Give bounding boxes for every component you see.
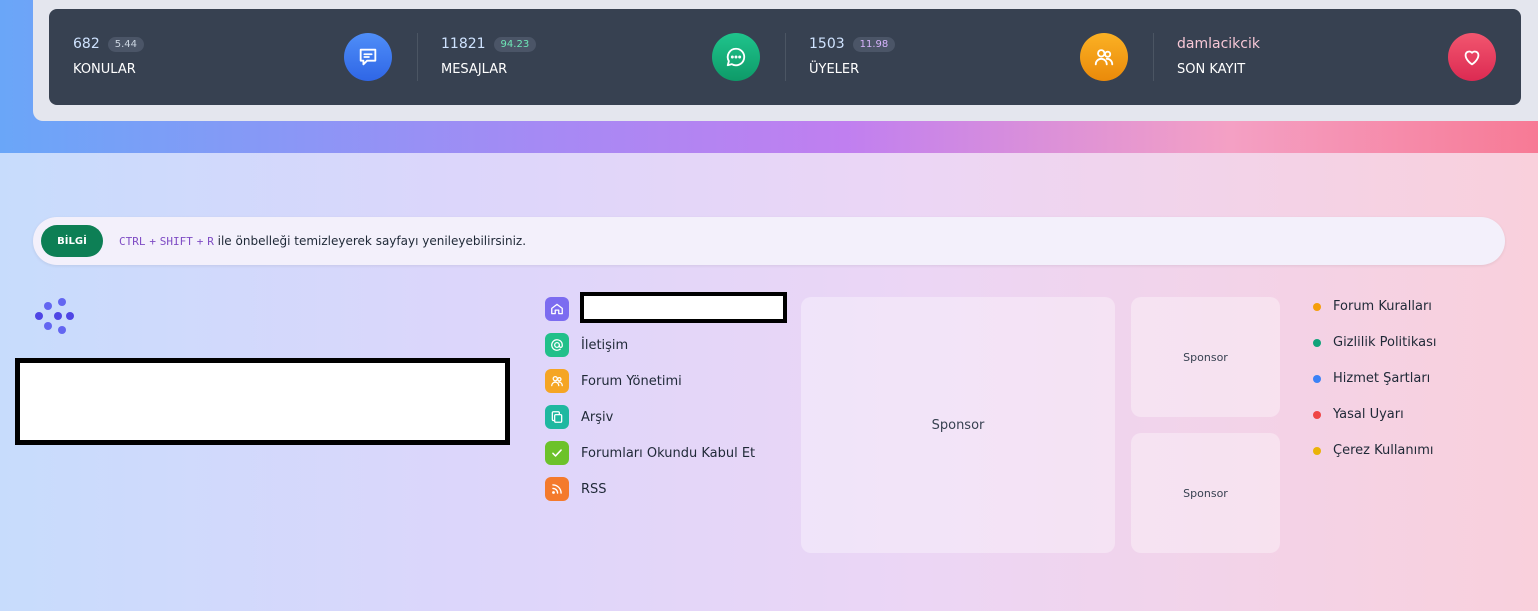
users-icon xyxy=(545,369,569,393)
heart-icon xyxy=(1448,33,1496,81)
sponsor-slot-small-bottom[interactable]: Sponsor xyxy=(1131,433,1280,553)
footer-link-forum-rules-label: Forum Kuralları xyxy=(1333,299,1432,314)
home-icon xyxy=(545,297,569,321)
stat-topics-count: 682 xyxy=(73,36,100,52)
footer-link-cookies-label: Çerez Kullanımı xyxy=(1333,443,1434,458)
footer-link-privacy-label: Gizlilik Politikası xyxy=(1333,335,1437,350)
rss-icon xyxy=(545,477,569,501)
forum-stats-bar: 682 5.44 KONULAR 11821 94.23 MESAJLAR 15… xyxy=(49,9,1521,105)
copy-icon xyxy=(545,405,569,429)
stat-members: 1503 11.98 ÜYELER xyxy=(785,27,1153,87)
stat-messages-label: MESAJLAR xyxy=(441,62,508,77)
stat-members-count: 1503 xyxy=(809,36,845,52)
nav-item-contact-label: İletişim xyxy=(581,337,629,353)
redacted-nav-label xyxy=(580,292,787,323)
nav-item-forum-management[interactable]: Forum Yönetimi xyxy=(545,369,682,393)
stat-topics-label: KONULAR xyxy=(73,62,136,77)
kbd-plus-2: + xyxy=(196,235,204,248)
users-icon xyxy=(1080,33,1128,81)
nav-item-archive[interactable]: Arşiv xyxy=(545,405,613,429)
footer-link-legal[interactable]: Yasal Uyarı xyxy=(1313,407,1404,422)
redacted-block xyxy=(15,358,510,445)
kbd-r: R xyxy=(207,235,214,248)
nav-item-mark-read[interactable]: Forumları Okundu Kabul Et xyxy=(545,441,755,465)
at-icon xyxy=(545,333,569,357)
info-tag-badge: BİLGİ xyxy=(41,225,103,257)
nav-item-home[interactable] xyxy=(545,297,581,321)
footer-link-terms[interactable]: Hizmet Şartları xyxy=(1313,371,1430,386)
kbd-ctrl: CTRL xyxy=(119,235,146,248)
info-message: CTRL + SHIFT + R ile önbelleği temizleye… xyxy=(119,234,526,248)
footer-link-privacy[interactable]: Gizlilik Politikası xyxy=(1313,335,1437,350)
stat-last-registered: damlacikcik SON KAYIT xyxy=(1153,27,1521,87)
stat-messages: 11821 94.23 MESAJLAR xyxy=(417,27,785,87)
stat-last-registered-label: SON KAYIT xyxy=(1177,62,1246,77)
stat-members-label: ÜYELER xyxy=(809,62,860,77)
bullet-dot xyxy=(1313,446,1321,455)
sponsor-slot-small-top[interactable]: Sponsor xyxy=(1131,297,1280,417)
sponsor-slot-large[interactable]: Sponsor xyxy=(801,297,1115,553)
nav-item-contact[interactable]: İletişim xyxy=(545,333,628,357)
stat-messages-badge: 94.23 xyxy=(493,36,537,52)
bullet-dot xyxy=(1313,302,1321,311)
footer-link-legal-label: Yasal Uyarı xyxy=(1333,407,1404,422)
stat-topics: 682 5.44 KONULAR xyxy=(49,27,417,87)
chat-lines-icon xyxy=(344,33,392,81)
nav-item-rss-label: RSS xyxy=(581,481,607,497)
site-logo[interactable] xyxy=(32,296,76,336)
kbd-plus-1: + xyxy=(149,235,156,248)
stat-messages-count: 11821 xyxy=(441,36,486,52)
stat-members-badge: 11.98 xyxy=(852,36,896,52)
last-registered-user-link[interactable]: damlacikcik xyxy=(1177,36,1260,52)
bullet-dot xyxy=(1313,338,1321,347)
info-notice-bar: BİLGİ CTRL + SHIFT + R ile önbelleği tem… xyxy=(33,217,1505,265)
nav-item-archive-label: Arşiv xyxy=(581,409,614,425)
bullet-dot xyxy=(1313,374,1321,383)
nav-item-forum-management-label: Forum Yönetimi xyxy=(581,373,682,389)
info-message-text: ile önbelleği temizleyerek sayfayı yenil… xyxy=(217,234,527,248)
nav-item-mark-read-label: Forumları Okundu Kabul Et xyxy=(581,445,756,461)
footer-link-cookies[interactable]: Çerez Kullanımı xyxy=(1313,443,1434,458)
chat-bubble-icon xyxy=(712,33,760,81)
footer-link-terms-label: Hizmet Şartları xyxy=(1333,371,1431,386)
stat-topics-badge: 5.44 xyxy=(107,36,144,52)
nav-item-rss[interactable]: RSS xyxy=(545,477,607,501)
footer-link-forum-rules[interactable]: Forum Kuralları xyxy=(1313,299,1432,314)
check-icon xyxy=(545,441,569,465)
bullet-dot xyxy=(1313,410,1321,419)
kbd-shift: SHIFT xyxy=(159,235,193,248)
